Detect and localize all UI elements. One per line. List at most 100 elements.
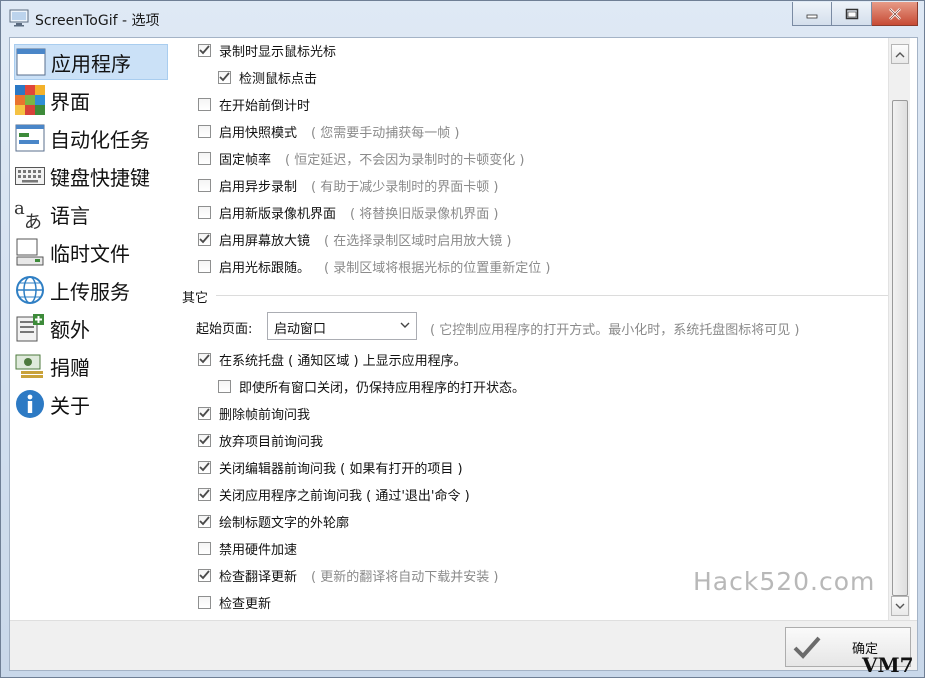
sidebar-item-temp-files[interactable]: 临时文件 bbox=[14, 234, 168, 270]
title-bar[interactable]: ScreenToGif - 选项 bbox=[1, 1, 925, 35]
checkmark-icon bbox=[199, 354, 210, 364]
option-checkbox[interactable] bbox=[198, 406, 211, 420]
option-checkbox[interactable] bbox=[198, 460, 211, 474]
keyboard-icon bbox=[14, 160, 46, 192]
option-checkbox[interactable] bbox=[218, 70, 231, 84]
option-row[interactable]: 启用异步录制 ( 有助于减少录制时的界面卡顿 ) bbox=[198, 175, 498, 195]
start-page-label: 起始页面: bbox=[196, 322, 253, 337]
option-row[interactable]: 禁用硬件加速 bbox=[198, 538, 297, 558]
option-label: 启用快照模式 bbox=[219, 125, 298, 141]
sidebar-item-language[interactable]: aあ 语言 bbox=[14, 196, 168, 232]
option-row[interactable]: 在系统托盘 ( 通知区域 ) 上显示应用程序。 bbox=[198, 349, 467, 369]
extras-icon bbox=[14, 312, 46, 344]
sidebar-item-upload[interactable]: 上传服务 bbox=[14, 272, 168, 308]
sidebar: 应用程序 界面 自动化任务 键盘快捷键 a あ 语言 临时文件 上传服务 额外 … bbox=[10, 38, 172, 620]
option-label: 在系统托盘 ( 通知区域 ) 上显示应用程序。 bbox=[219, 353, 467, 369]
scrollbar-thumb[interactable] bbox=[892, 100, 908, 596]
option-label: 启用屏幕放大镜 bbox=[219, 233, 311, 249]
option-label: 删除帧前询问我 bbox=[219, 407, 311, 423]
option-checkbox[interactable] bbox=[198, 205, 211, 219]
option-row[interactable]: 检测鼠标点击 bbox=[218, 67, 317, 87]
option-row[interactable]: 即使所有窗口关闭，仍保持应用程序的打开状态。 bbox=[218, 376, 525, 396]
option-label: 关闭应用程序之前询问我 ( 通过'退出'命令 ) bbox=[219, 488, 470, 504]
option-checkbox[interactable] bbox=[198, 232, 211, 246]
option-checkbox[interactable] bbox=[218, 379, 231, 393]
start-page-select[interactable]: 启动窗口 bbox=[267, 312, 417, 340]
option-row[interactable]: 关闭应用程序之前询问我 ( 通过'退出'命令 ) bbox=[198, 484, 470, 504]
option-row[interactable]: 启用新版录像机界面 ( 将替换旧版录像机界面 ) bbox=[198, 202, 498, 222]
maximize-button[interactable] bbox=[832, 2, 872, 26]
option-label: 检查更新 bbox=[219, 596, 272, 612]
option-row[interactable]: 录制时显示鼠标光标 bbox=[198, 40, 336, 60]
dialog-footer: 确定 bbox=[10, 620, 917, 670]
sidebar-item-automated-tasks[interactable]: 自动化任务 bbox=[14, 120, 168, 156]
checkmark-icon bbox=[199, 462, 210, 472]
sidebar-item-label: 额外 bbox=[50, 317, 90, 342]
option-row[interactable]: 放弃项目前询问我 bbox=[198, 430, 323, 450]
sidebar-item-label: 关于 bbox=[50, 393, 90, 418]
minimize-button[interactable] bbox=[792, 2, 832, 26]
donate-money-icon bbox=[14, 350, 46, 382]
option-checkbox[interactable] bbox=[198, 595, 211, 609]
option-label: 启用新版录像机界面 bbox=[219, 206, 337, 222]
option-row[interactable]: 删除帧前询问我 bbox=[198, 403, 310, 423]
option-label: 启用异步录制 bbox=[219, 179, 298, 195]
info-icon bbox=[14, 388, 46, 420]
close-icon bbox=[888, 7, 901, 20]
checkmark-icon bbox=[199, 570, 210, 580]
option-checkbox[interactable] bbox=[198, 124, 211, 138]
option-checkbox[interactable] bbox=[198, 514, 211, 528]
color-palette-icon bbox=[14, 84, 46, 116]
section-title-other: 其它 bbox=[182, 291, 209, 306]
sidebar-item-interface[interactable]: 界面 bbox=[14, 82, 168, 118]
option-checkbox[interactable] bbox=[198, 151, 211, 165]
options-panel: 录制时显示鼠标光标 检测鼠标点击在开始前倒计时启用快照模式 ( 您需要手动捕获每一帧… bbox=[172, 38, 888, 620]
option-label: 禁用硬件加速 bbox=[219, 542, 298, 558]
option-row[interactable]: 检查更新 bbox=[198, 592, 271, 612]
checkmark-icon bbox=[199, 408, 210, 418]
checkmark-icon bbox=[199, 435, 210, 445]
app-icon bbox=[9, 9, 29, 27]
sidebar-item-label: 自动化任务 bbox=[50, 127, 150, 152]
option-hint: ( 录制区域将根据光标的位置重新定位 ) bbox=[324, 260, 551, 276]
scroll-down-button[interactable] bbox=[891, 596, 909, 616]
sidebar-item-shortcuts[interactable]: 键盘快捷键 bbox=[14, 158, 168, 194]
temp-files-icon bbox=[14, 236, 46, 268]
options-window: ScreenToGif - 选项 应用程序 界面 自动化任务 键盘快捷键 a あ… bbox=[0, 0, 925, 678]
option-row[interactable]: 绘制标题文字的外轮廓 bbox=[198, 511, 349, 531]
language-icon: aあ bbox=[14, 198, 46, 230]
sidebar-item-about[interactable]: 关于 bbox=[14, 386, 168, 422]
option-row[interactable]: 关闭编辑器前询问我 ( 如果有打开的项目 ) bbox=[198, 457, 463, 477]
option-checkbox[interactable] bbox=[198, 259, 211, 273]
option-checkbox[interactable] bbox=[198, 433, 211, 447]
checkmark-icon bbox=[219, 72, 230, 82]
option-checkbox[interactable] bbox=[198, 43, 211, 57]
option-checkbox[interactable] bbox=[198, 487, 211, 501]
option-checkbox[interactable] bbox=[198, 97, 211, 111]
option-hint: ( 恒定延迟，不会因为录制时的卡顿变化 ) bbox=[285, 152, 525, 168]
close-button[interactable] bbox=[872, 2, 918, 26]
option-checkbox[interactable] bbox=[198, 352, 211, 366]
option-row[interactable]: 在开始前倒计时 bbox=[198, 94, 310, 114]
option-hint: ( 在选择录制区域时启用放大镜 ) bbox=[324, 233, 512, 249]
sidebar-item-extras[interactable]: 额外 bbox=[14, 310, 168, 346]
option-row[interactable]: 检查翻译更新 ( 更新的翻译将自动下载并安装 ) bbox=[198, 565, 498, 585]
option-hint: ( 有助于减少录制时的界面卡顿 ) bbox=[311, 179, 499, 195]
option-checkbox[interactable] bbox=[198, 568, 211, 582]
sidebar-item-donate[interactable]: 捐赠 bbox=[14, 348, 168, 384]
option-label: 固定帧率 bbox=[219, 152, 272, 168]
vertical-scrollbar[interactable] bbox=[888, 38, 910, 620]
scroll-up-button[interactable] bbox=[891, 44, 909, 64]
option-row[interactable]: 固定帧率 ( 恒定延迟，不会因为录制时的卡顿变化 ) bbox=[198, 148, 524, 168]
option-row[interactable]: 启用光标跟随。 ( 录制区域将根据光标的位置重新定位 ) bbox=[198, 256, 550, 276]
option-label: 启用光标跟随。 bbox=[219, 260, 311, 276]
sidebar-item-label: 临时文件 bbox=[50, 241, 130, 266]
sidebar-item-label: 上传服务 bbox=[50, 279, 130, 304]
sidebar-item-application[interactable]: 应用程序 bbox=[14, 44, 168, 80]
option-row[interactable]: 启用快照模式 ( 您需要手动捕获每一帧 ) bbox=[198, 121, 459, 141]
option-checkbox[interactable] bbox=[198, 178, 211, 192]
option-row[interactable]: 启用屏幕放大镜 ( 在选择录制区域时启用放大镜 ) bbox=[198, 229, 511, 249]
option-checkbox[interactable] bbox=[198, 541, 211, 555]
sidebar-item-label: 键盘快捷键 bbox=[50, 165, 150, 190]
option-label: 放弃项目前询问我 bbox=[219, 434, 324, 450]
